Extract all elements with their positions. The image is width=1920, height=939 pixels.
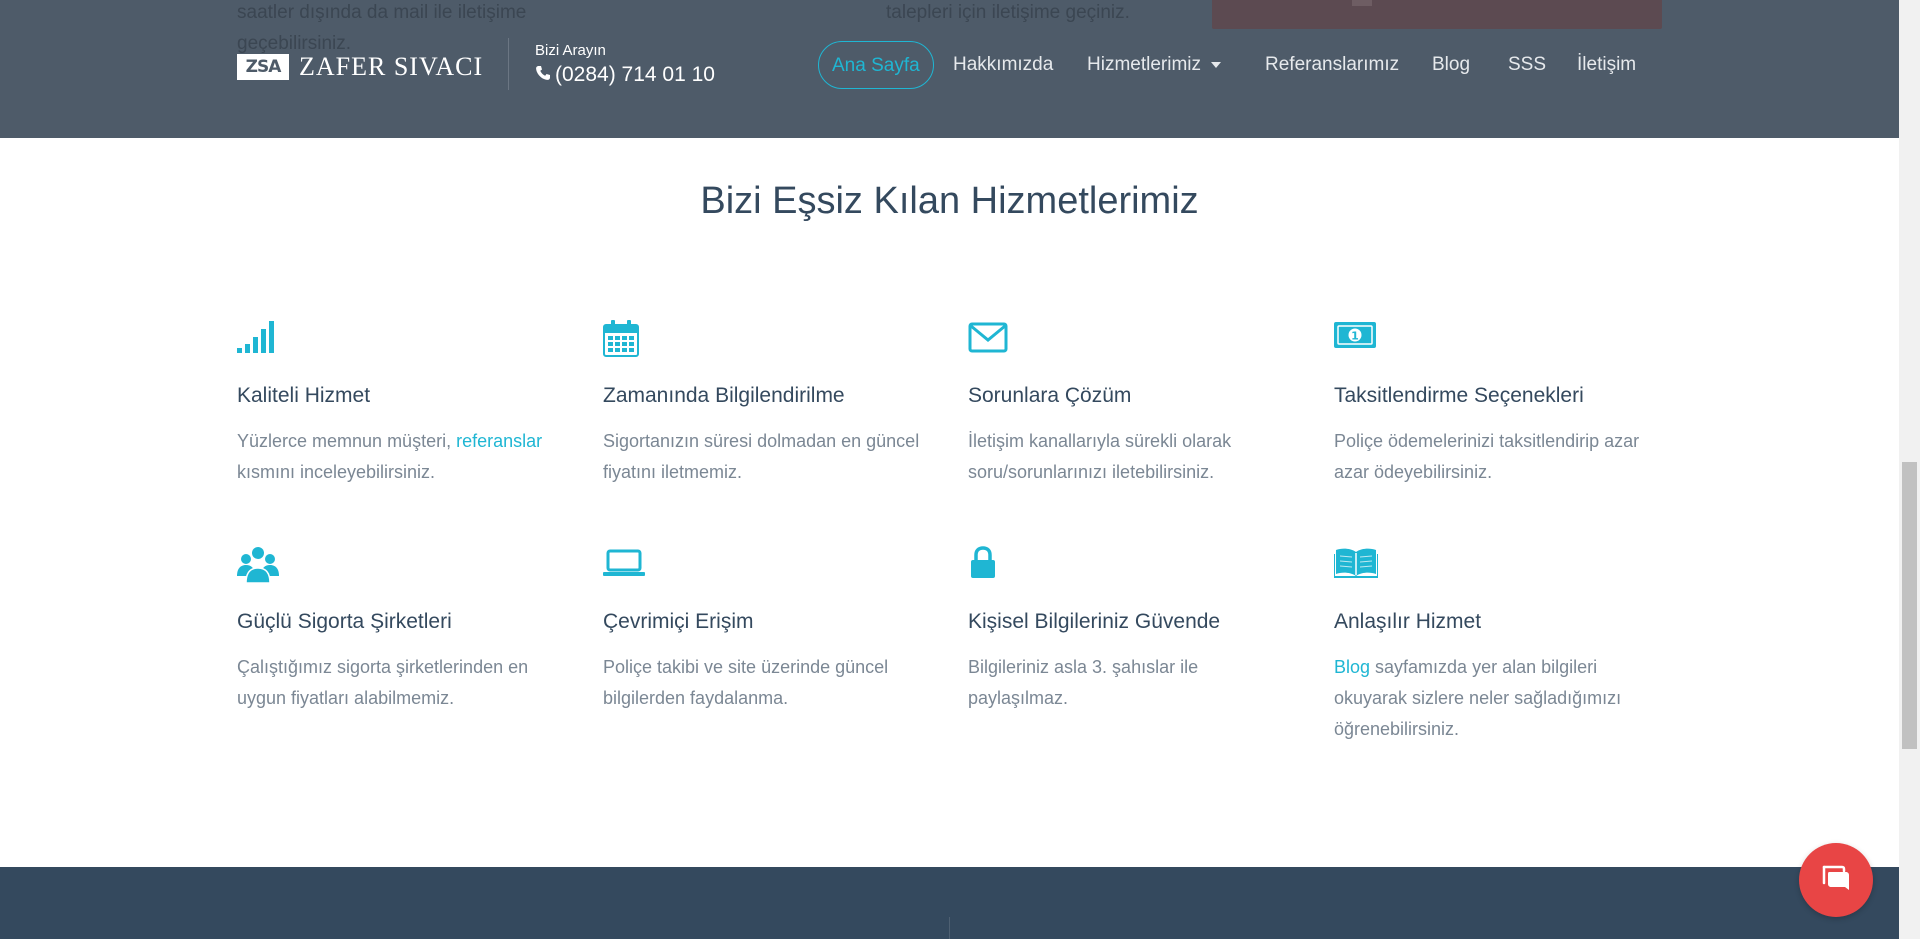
feature-title: Taksitlendirme Seçenekleri — [1334, 384, 1584, 407]
nav-hizmetlerimiz-label: Hizmetlerimiz — [1087, 54, 1201, 75]
envelope-icon — [968, 320, 1298, 364]
chat-bubbles-icon — [1820, 863, 1852, 898]
svg-text:1: 1 — [1351, 330, 1359, 343]
nav-iletisim[interactable]: İletişim — [1577, 41, 1636, 89]
feature-guclu-sigorta: Güçlü Sigorta Şirketleri Çalıştığımız si… — [237, 546, 567, 714]
header-divider — [508, 38, 509, 90]
feature-text: Poliçe takibi ve site üzerinde güncel bi… — [603, 657, 889, 708]
call-label: Bizi Arayın — [535, 42, 606, 59]
feature-text: İletişim kanallarıyla sürekli olarak sor… — [968, 431, 1232, 482]
calendar-icon — [603, 320, 933, 364]
footer-divider — [949, 917, 950, 939]
feature-title: Çevrimiçi Erişim — [603, 610, 754, 633]
feature-taksitlendirme: 1 Taksitlendirme Seçenekleri Poliçe ödem… — [1334, 320, 1664, 488]
lock-icon — [968, 546, 1298, 590]
logo-text: ZAFER SIVACI — [299, 52, 484, 81]
nav-blog[interactable]: Blog — [1432, 41, 1470, 89]
feature-title: Zamanında Bilgilendirilme — [603, 384, 845, 407]
background-text-middle: talepleri için iletişime geçiniz. — [886, 2, 1130, 23]
background-text-left: saatler dışında da mail ile iletişime ge… — [237, 2, 527, 54]
feature-text: Poliçe ödemelerinizi taksitlendirip azar… — [1334, 431, 1640, 482]
feature-cevrimici-erisim: Çevrimiçi Erişim Poliçe takibi ve site ü… — [603, 546, 933, 714]
phone-number: (0284) 714 01 10 — [555, 63, 715, 86]
nav-referanslarimiz[interactable]: Referanslarımız — [1265, 41, 1399, 89]
feature-title: Kişisel Bilgileriniz Güvende — [968, 610, 1221, 633]
feature-kisisel-bilgiler: Kişisel Bilgileriniz Güvende Bilgilerini… — [968, 546, 1298, 714]
feature-text: Sigortanızın süresi dolmadan en güncel f… — [603, 431, 920, 482]
laptop-icon — [603, 546, 933, 590]
feature-sorunlara-cozum: Sorunlara Çözüm İletişim kanallarıyla sü… — [968, 320, 1298, 488]
background-button — [1212, 0, 1662, 29]
feature-title: Sorunlara Çözüm — [968, 384, 1132, 407]
feature-title: Kaliteli Hizmet — [237, 384, 371, 407]
blog-link[interactable]: Blog — [1334, 657, 1370, 677]
feature-text: Çalıştığımız sigorta şirketlerinden en u… — [237, 657, 529, 708]
referanslar-link[interactable]: referanslar — [456, 431, 542, 451]
feature-title: Güçlü Sigorta Şirketleri — [237, 610, 452, 633]
feature-title: Anlaşılır Hizmet — [1334, 610, 1482, 633]
money-bill-icon: 1 — [1334, 320, 1664, 364]
feature-kaliteli-hizmet: Kaliteli Hizmet Yüzlerce memnun müşteri,… — [237, 320, 567, 488]
feature-text: Blog sayfamızda yer alan bilgileri okuya… — [1334, 657, 1622, 739]
site-logo[interactable]: ZSA ZAFER SIVACI — [237, 52, 483, 82]
site-footer — [0, 867, 1899, 939]
nav-sss[interactable]: SSS — [1508, 41, 1546, 89]
logo-mark: ZSA — [237, 54, 289, 80]
section-title: Bizi Eşsiz Kılan Hizmetlerimiz — [700, 180, 1199, 222]
feature-text: Yüzlerce memnun müşteri, referanslar kıs… — [237, 431, 543, 482]
nav-hizmetlerimiz[interactable]: Hizmetlerimiz — [1087, 41, 1221, 89]
caret-down-icon — [1211, 61, 1221, 68]
phone-icon — [535, 63, 551, 87]
chat-button[interactable] — [1799, 843, 1873, 917]
nav-ana-sayfa[interactable]: Ana Sayfa — [818, 41, 934, 89]
phone-link[interactable]: (0284) 714 01 10 — [535, 63, 715, 87]
scrollbar-thumb[interactable] — [1902, 462, 1917, 749]
site-header: saatler dışında da mail ile iletişime ge… — [0, 0, 1899, 138]
feature-text: Bilgileriniz asla 3. şahıslar ile paylaş… — [968, 657, 1199, 708]
signal-bars-icon — [237, 320, 567, 364]
feature-anlasilir-hizmet: Anlaşılır Hizmet Blog sayfamızda yer ala… — [1334, 546, 1664, 745]
nav-hakkimizda[interactable]: Hakkımızda — [953, 41, 1053, 89]
users-icon — [237, 546, 567, 590]
feature-zamaninda-bilgilendirilme: Zamanında Bilgilendirilme Sigortanızın s… — [603, 320, 933, 488]
open-book-icon — [1334, 546, 1664, 590]
page-scrollbar[interactable] — [1899, 0, 1920, 939]
